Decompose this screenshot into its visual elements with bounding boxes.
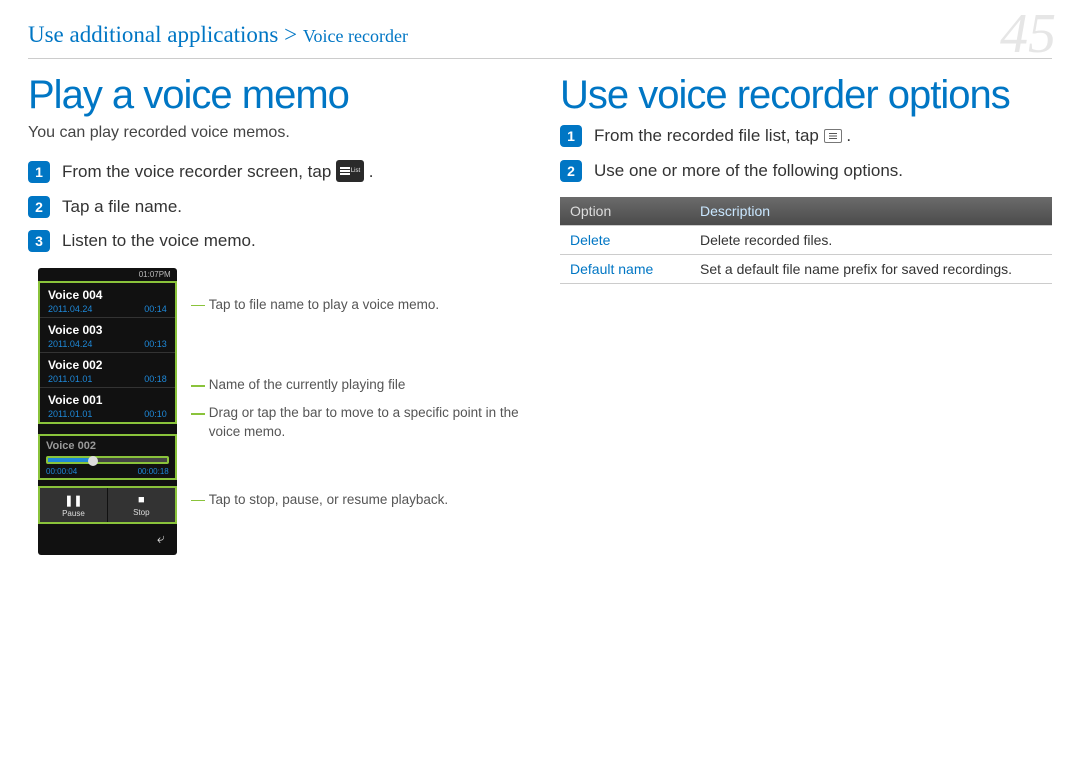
- list-item[interactable]: Voice 002 2011.01.0100:18: [40, 353, 175, 388]
- back-icon: ⤶: [157, 530, 165, 546]
- table-row: Delete Delete recorded files.: [560, 226, 1052, 255]
- total-time: 00:00:18: [138, 467, 169, 476]
- now-playing-panel: Voice 002 00:00:04 00:00:18: [38, 434, 177, 480]
- callout-seek-bar: Drag or tap the bar to move to a specifi…: [191, 404, 520, 440]
- pause-icon: ❚❚: [40, 494, 107, 507]
- pause-button[interactable]: ❚❚Pause: [40, 488, 108, 522]
- col-header-option: Option: [560, 197, 690, 226]
- step-badge: 2: [28, 196, 50, 218]
- right-column: Use voice recorder options 1 From the re…: [560, 73, 1052, 555]
- callout-controls: Tap to stop, pause, or resume playback.: [191, 491, 520, 509]
- breadcrumb: Use additional applications > Voice reco…: [28, 22, 408, 47]
- back-button[interactable]: ⤶: [38, 524, 177, 555]
- step-badge: 1: [560, 125, 582, 147]
- table-row: Default name Set a default file name pre…: [560, 255, 1052, 284]
- list-item[interactable]: Voice 003 2011.04.2400:13: [40, 318, 175, 353]
- stop-icon: ■: [108, 494, 175, 506]
- page-number: 45: [1000, 2, 1056, 66]
- playback-controls: ❚❚Pause ■Stop: [38, 486, 177, 524]
- list-item[interactable]: Voice 001 2011.01.0100:10: [40, 388, 175, 422]
- option-desc: Delete recorded files.: [690, 226, 1052, 255]
- callout-nowplaying-name: Name of the currently playing file: [191, 376, 520, 394]
- stop-button[interactable]: ■Stop: [108, 488, 175, 522]
- left-column: Play a voice memo You can play recorded …: [28, 73, 520, 555]
- step-1: 1 From the recorded file list, tap .: [560, 124, 1052, 149]
- callout-file-list: Tap to file name to play a voice memo.: [191, 296, 520, 314]
- options-table: Option Description Delete Delete recorde…: [560, 197, 1052, 284]
- heading-play-memo: Play a voice memo: [28, 73, 520, 118]
- file-list: Voice 004 2011.04.2400:14 Voice 003 2011…: [38, 281, 177, 424]
- option-name: Default name: [560, 255, 690, 284]
- seek-bar[interactable]: [46, 456, 169, 464]
- step-badge: 2: [560, 160, 582, 182]
- elapsed-time: 00:00:04: [46, 467, 77, 476]
- list-item[interactable]: Voice 004 2011.04.2400:14: [40, 283, 175, 318]
- step-2: 2 Tap a file name.: [28, 195, 520, 220]
- device-status-bar: 01:07PM: [38, 268, 177, 281]
- breadcrumb-subsection: Voice recorder: [303, 26, 408, 46]
- option-desc: Set a default file name prefix for saved…: [690, 255, 1052, 284]
- step-1: 1 From the voice recorder screen, tap Li…: [28, 160, 520, 185]
- menu-icon: [824, 129, 842, 143]
- list-icon: List: [336, 160, 364, 182]
- intro-text: You can play recorded voice memos.: [28, 124, 520, 142]
- step-2: 2 Use one or more of the following optio…: [560, 159, 1052, 184]
- device-screenshot: 01:07PM Voice 004 2011.04.2400:14 Voice …: [38, 268, 177, 555]
- breadcrumb-section: Use additional applications: [28, 22, 278, 47]
- heading-recorder-options: Use voice recorder options: [560, 73, 1052, 118]
- now-playing-title: Voice 002: [46, 440, 169, 452]
- col-header-description: Description: [690, 197, 1052, 226]
- step-badge: 1: [28, 161, 50, 183]
- callout-column: Tap to file name to play a voice memo. N…: [191, 268, 520, 555]
- option-name: Delete: [560, 226, 690, 255]
- step-3: 3 Listen to the voice memo.: [28, 229, 520, 254]
- step-badge: 3: [28, 230, 50, 252]
